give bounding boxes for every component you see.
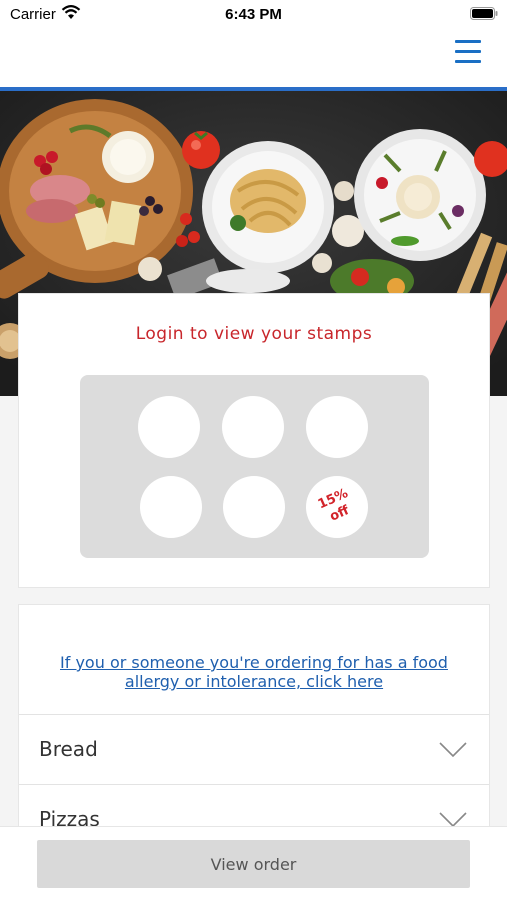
allergy-info-link[interactable]: If you or someone you're ordering for ha… [19,653,489,691]
reward-label: 15% off [316,486,352,525]
stamps-login-title[interactable]: Login to view your stamps [19,324,489,344]
category-row-bread[interactable]: Bread [19,714,489,784]
stamp-slot [140,476,202,538]
hamburger-icon[interactable] [455,40,481,64]
status-time: 6:43 PM [225,6,282,23]
status-bar: Carrier 6:43 PM [0,0,507,30]
menu-card: If you or someone you're ordering for ha… [18,604,490,834]
category-label: Bread [39,737,98,761]
stamp-slot [306,396,368,458]
stamp-slot [138,396,200,458]
battery-icon [470,7,498,20]
stamp-slot [222,396,284,458]
stamp-card: Login to view your stamps 15% off [18,293,490,588]
view-order-button[interactable]: View order [37,840,470,888]
app-header [0,30,507,87]
stamp-reward-slot: 15% off [306,476,368,538]
chevron-down-icon [439,742,467,758]
stamp-grid: 15% off [80,375,429,558]
stamp-slot [223,476,285,538]
bottom-bar: View order [0,826,507,900]
